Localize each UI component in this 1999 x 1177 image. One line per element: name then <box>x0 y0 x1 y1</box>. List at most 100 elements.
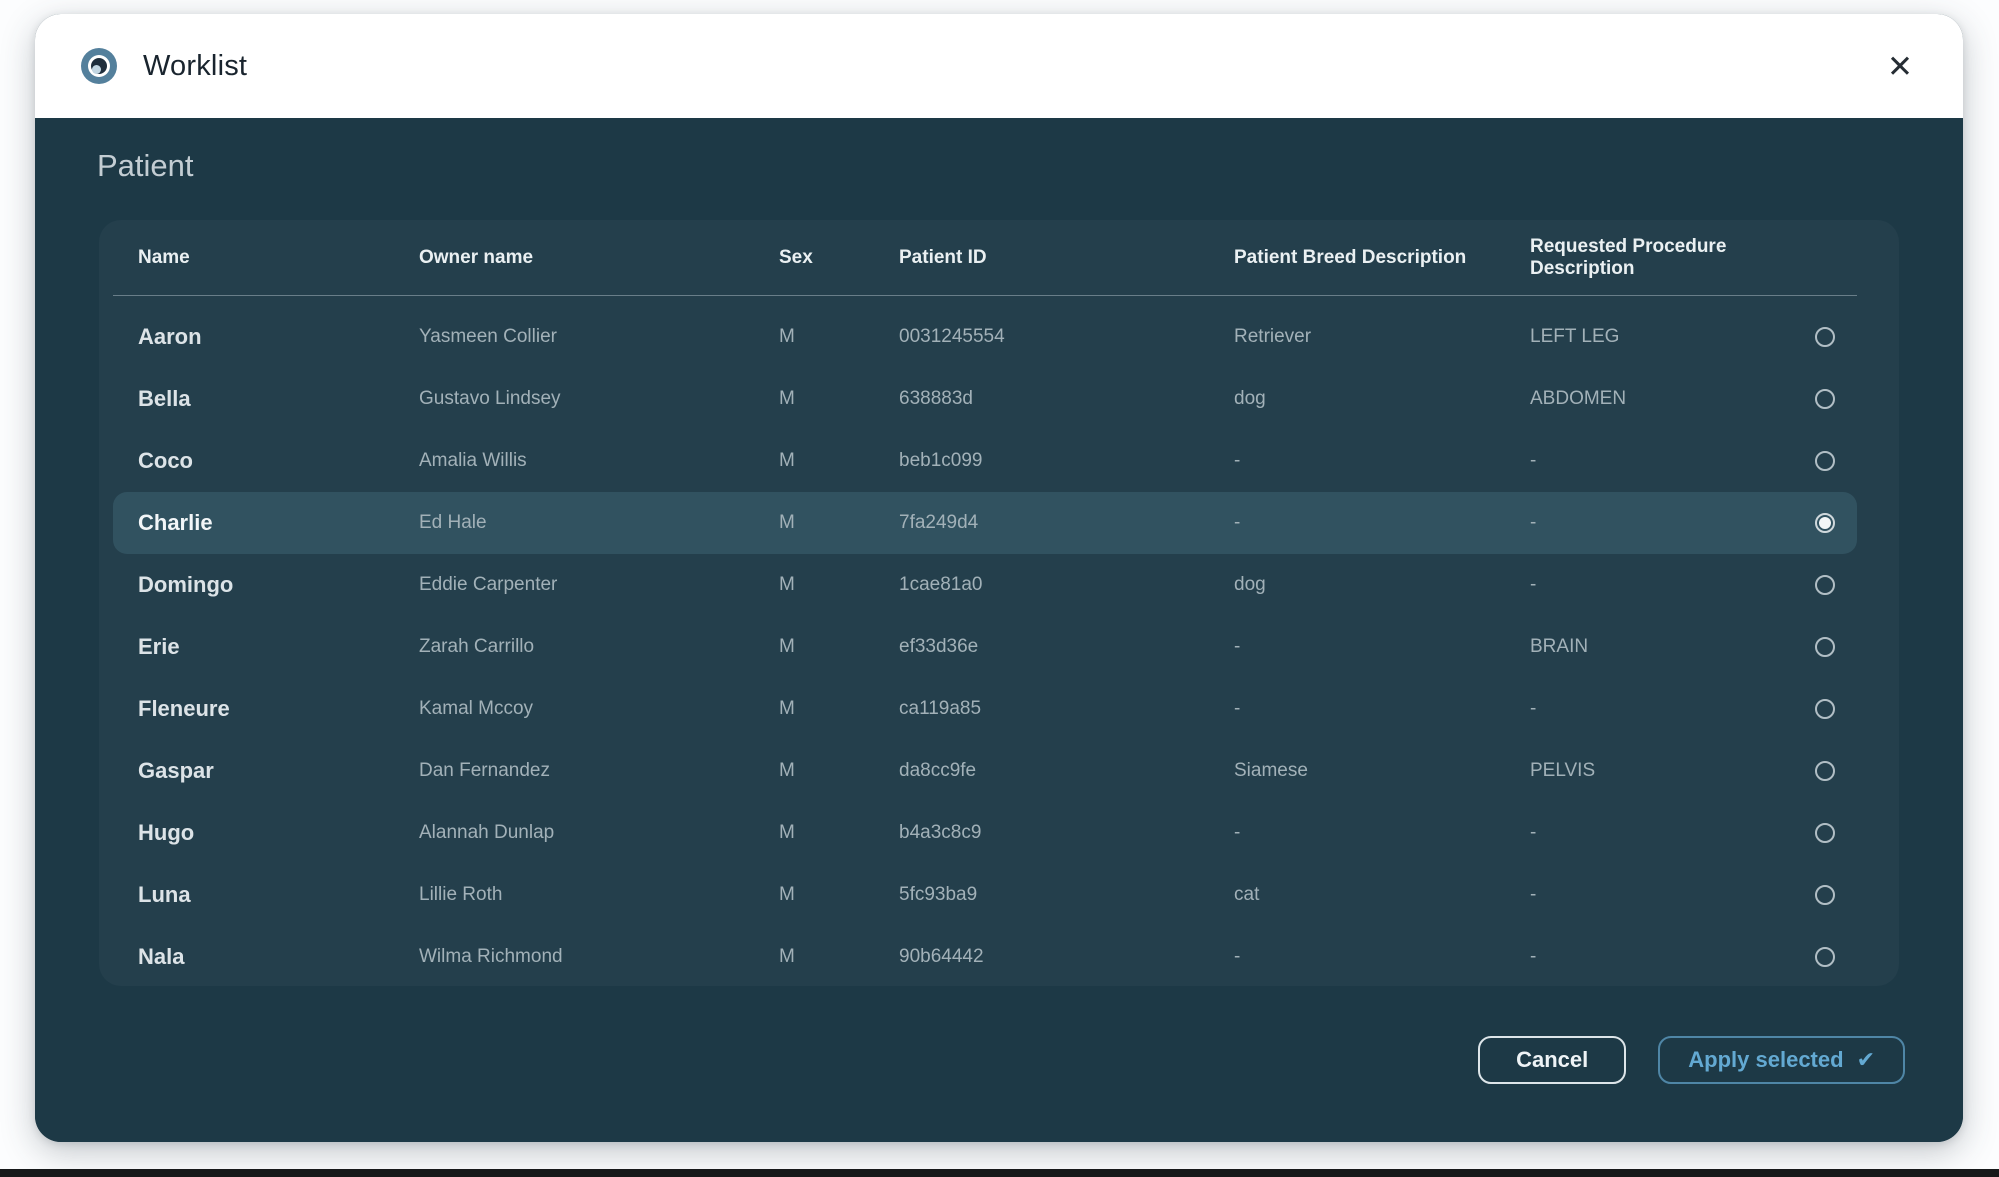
cancel-button[interactable]: Cancel <box>1478 1036 1626 1084</box>
row-radio-button[interactable] <box>1815 885 1835 905</box>
row-radio-button[interactable] <box>1815 451 1835 471</box>
row-radio-button[interactable] <box>1815 575 1835 595</box>
cell-select <box>1793 389 1857 409</box>
cell-name: Hugo <box>138 820 419 846</box>
cell-sex: M <box>779 450 899 472</box>
cell-patient-id: b4a3c8c9 <box>899 822 1234 844</box>
cell-breed: Siamese <box>1234 760 1530 782</box>
cell-patient-id: 0031245554 <box>899 326 1234 348</box>
row-radio-button[interactable] <box>1815 389 1835 409</box>
table-row[interactable]: Charlie Ed Hale M 7fa249d4 - - <box>113 492 1857 554</box>
cell-name: Gaspar <box>138 758 419 784</box>
checkmark-icon: ✔ <box>1857 1047 1875 1073</box>
cell-name: Coco <box>138 448 419 474</box>
cell-breed: cat <box>1234 884 1530 906</box>
column-header-owner: Owner name <box>419 247 779 269</box>
table-row[interactable]: Nala Wilma Richmond M 90b64442 - - <box>113 926 1857 986</box>
cell-patient-id: 5fc93ba9 <box>899 884 1234 906</box>
cell-select <box>1793 761 1857 781</box>
row-radio-button[interactable] <box>1815 327 1835 347</box>
cell-patient-id: ef33d36e <box>899 636 1234 658</box>
table-header-row: Name Owner name Sex Patient ID Patient B… <box>113 220 1857 296</box>
cell-sex: M <box>779 698 899 720</box>
column-header-procedure: Requested Procedure Description <box>1530 236 1793 280</box>
apply-selected-button[interactable]: Apply selected ✔ <box>1658 1036 1905 1084</box>
cell-procedure: - <box>1530 512 1793 534</box>
cell-owner: Yasmeen Collier <box>419 326 779 348</box>
worklist-dialog: Worklist ✕ Patient Name Owner name Sex P… <box>35 14 1963 1142</box>
cell-owner: Alannah Dunlap <box>419 822 779 844</box>
table-row[interactable]: Coco Amalia Willis M beb1c099 - - <box>113 430 1857 492</box>
table-row[interactable]: Erie Zarah Carrillo M ef33d36e - BRAIN <box>113 616 1857 678</box>
cell-owner: Wilma Richmond <box>419 946 779 968</box>
cell-name: Fleneure <box>138 696 419 722</box>
cell-sex: M <box>779 512 899 534</box>
table-row[interactable]: Gaspar Dan Fernandez M da8cc9fe Siamese … <box>113 740 1857 802</box>
cell-breed: dog <box>1234 388 1530 410</box>
cell-sex: M <box>779 760 899 782</box>
dialog-body: Patient Name Owner name Sex Patient ID P… <box>35 118 1963 1142</box>
cell-owner: Kamal Mccoy <box>419 698 779 720</box>
cell-breed: - <box>1234 822 1530 844</box>
cell-select <box>1793 451 1857 471</box>
section-title: Patient <box>97 148 194 184</box>
cell-sex: M <box>779 388 899 410</box>
table-row[interactable]: Domingo Eddie Carpenter M 1cae81a0 dog - <box>113 554 1857 616</box>
dialog-footer: Cancel Apply selected ✔ <box>1478 1036 1905 1084</box>
cell-procedure: BRAIN <box>1530 636 1793 658</box>
row-radio-button[interactable] <box>1815 823 1835 843</box>
cell-procedure: ABDOMEN <box>1530 388 1793 410</box>
cell-sex: M <box>779 884 899 906</box>
close-icon[interactable]: ✕ <box>1879 47 1921 86</box>
row-radio-button[interactable] <box>1815 699 1835 719</box>
cell-patient-id: beb1c099 <box>899 450 1234 472</box>
cell-name: Erie <box>138 634 419 660</box>
cell-patient-id: da8cc9fe <box>899 760 1234 782</box>
cell-select <box>1793 513 1857 533</box>
cell-name: Luna <box>138 882 419 908</box>
cell-owner: Gustavo Lindsey <box>419 388 779 410</box>
cell-owner: Zarah Carrillo <box>419 636 779 658</box>
cell-name: Charlie <box>138 510 419 536</box>
cell-breed: - <box>1234 512 1530 534</box>
cell-select <box>1793 885 1857 905</box>
cell-breed: - <box>1234 450 1530 472</box>
table-body: Aaron Yasmeen Collier M 0031245554 Retri… <box>99 296 1899 986</box>
cell-sex: M <box>779 574 899 596</box>
apply-selected-label: Apply selected <box>1688 1047 1843 1073</box>
cell-patient-id: 638883d <box>899 388 1234 410</box>
cell-patient-id: 7fa249d4 <box>899 512 1234 534</box>
cell-patient-id: ca119a85 <box>899 698 1234 720</box>
cell-select <box>1793 699 1857 719</box>
row-radio-button[interactable] <box>1815 947 1835 967</box>
cell-owner: Eddie Carpenter <box>419 574 779 596</box>
cell-procedure: - <box>1530 946 1793 968</box>
cell-owner: Amalia Willis <box>419 450 779 472</box>
page: Worklist ✕ Patient Name Owner name Sex P… <box>0 0 1999 1177</box>
cell-sex: M <box>779 946 899 968</box>
column-header-patient-id: Patient ID <box>899 247 1234 269</box>
cell-select <box>1793 327 1857 347</box>
table-row[interactable]: Fleneure Kamal Mccoy M ca119a85 - - <box>113 678 1857 740</box>
cell-owner: Dan Fernandez <box>419 760 779 782</box>
table-row[interactable]: Aaron Yasmeen Collier M 0031245554 Retri… <box>113 306 1857 368</box>
cell-sex: M <box>779 326 899 348</box>
table-row[interactable]: Luna Lillie Roth M 5fc93ba9 cat - <box>113 864 1857 926</box>
cell-select <box>1793 947 1857 967</box>
row-radio-button[interactable] <box>1815 637 1835 657</box>
cell-procedure: - <box>1530 822 1793 844</box>
bottom-edge-strip <box>0 1169 1999 1177</box>
window-title: Worklist <box>143 50 247 83</box>
cell-breed: - <box>1234 698 1530 720</box>
row-radio-button[interactable] <box>1815 761 1835 781</box>
cell-owner: Ed Hale <box>419 512 779 534</box>
cell-breed: - <box>1234 636 1530 658</box>
row-radio-button[interactable] <box>1815 513 1835 533</box>
table-row[interactable]: Bella Gustavo Lindsey M 638883d dog ABDO… <box>113 368 1857 430</box>
cell-select <box>1793 575 1857 595</box>
patient-table: Name Owner name Sex Patient ID Patient B… <box>99 220 1899 986</box>
cell-procedure: PELVIS <box>1530 760 1793 782</box>
cell-breed: - <box>1234 946 1530 968</box>
table-row[interactable]: Hugo Alannah Dunlap M b4a3c8c9 - - <box>113 802 1857 864</box>
cell-procedure: LEFT LEG <box>1530 326 1793 348</box>
